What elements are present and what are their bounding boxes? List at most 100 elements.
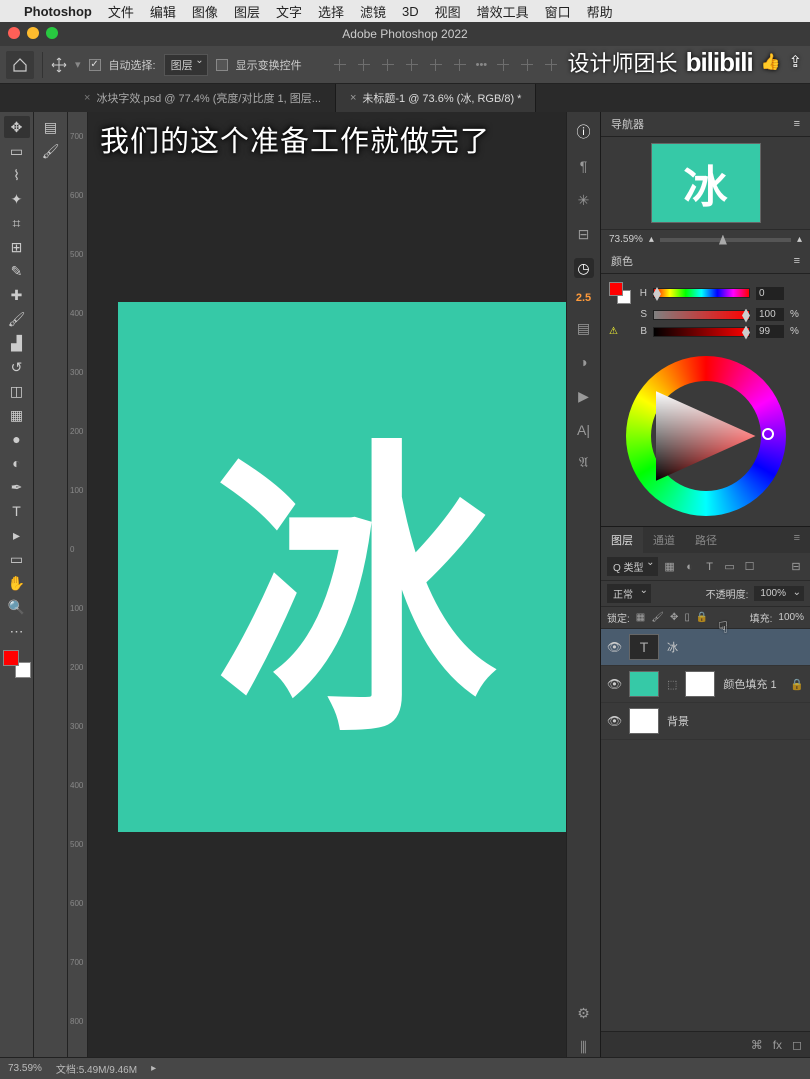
menu-view[interactable]: 视图 (435, 2, 461, 21)
frame-tool[interactable]: ⊞ (4, 236, 30, 258)
filter-shape-icon[interactable]: ▭ (722, 560, 738, 574)
hand-tool[interactable]: ✋ (4, 572, 30, 594)
menu-3d[interactable]: 3D (402, 4, 419, 19)
menu-help[interactable]: 帮助 (587, 2, 613, 21)
history-brush-tool[interactable]: ↺ (4, 356, 30, 378)
filter-adjust-icon[interactable]: ◐ (682, 560, 698, 574)
zoom-out-icon[interactable]: ▴ (649, 234, 654, 245)
bri-slider[interactable] (653, 327, 750, 337)
eyedropper-tool[interactable]: ✎ (4, 260, 30, 282)
menu-type[interactable]: 文字 (276, 2, 302, 21)
align-icon[interactable] (452, 57, 468, 73)
distribute-icon[interactable] (519, 57, 535, 73)
blur-tool[interactable]: ● (4, 428, 30, 450)
layer-row[interactable]: 👁 T 冰 (601, 629, 810, 666)
hue-slider[interactable] (653, 288, 750, 298)
sat-value[interactable]: 100 (756, 308, 784, 321)
canvas-area[interactable]: 7006005004003002001000100200300400500600… (68, 112, 566, 1057)
lock-trans-icon[interactable]: ▦ (636, 612, 645, 623)
color-tab[interactable]: 颜色≡ (601, 249, 810, 274)
blend-mode[interactable]: 正常 (607, 584, 651, 603)
glyphs-icon[interactable]: 𝔄 (574, 454, 594, 474)
filter-pixel-icon[interactable]: ▦ (662, 560, 678, 574)
align-icon[interactable] (356, 57, 372, 73)
brush-preset[interactable]: 🖌 (38, 140, 64, 162)
hue-value[interactable]: 0 (756, 287, 784, 300)
shape-tool[interactable]: ▭ (4, 548, 30, 570)
adjustments-icon[interactable]: ◑ (574, 352, 594, 372)
marquee-tool[interactable]: ▭ (4, 140, 30, 162)
close-tab-icon[interactable]: × (84, 92, 90, 104)
filter-smart-icon[interactable]: ☐ (742, 560, 758, 574)
menu-filter[interactable]: 滤镜 (360, 2, 386, 21)
link-layers-icon[interactable]: ⌘ (751, 1038, 763, 1052)
layer-thumb[interactable] (629, 671, 659, 697)
color-wheel[interactable] (626, 356, 786, 516)
align-icon[interactable] (332, 57, 348, 73)
character-icon[interactable]: A| (574, 420, 594, 440)
wand-tool[interactable]: ✦ (4, 188, 30, 210)
lock-all-icon[interactable]: 🔒 (696, 612, 708, 623)
menu-select[interactable]: 选择 (318, 2, 344, 21)
eraser-tool[interactable]: ◫ (4, 380, 30, 402)
menu-window[interactable]: 窗口 (545, 2, 571, 21)
menu-layer[interactable]: 图层 (234, 2, 260, 21)
paths-tab[interactable]: 路径 (685, 527, 727, 553)
document-tab[interactable]: × 冰块字效.psd @ 77.4% (亮度/对比度 1, 图层... (70, 84, 336, 112)
align-icon[interactable] (428, 57, 444, 73)
gradient-tool[interactable]: ▦ (4, 404, 30, 426)
lasso-tool[interactable]: ⌇ (4, 164, 30, 186)
paragraph-icon[interactable]: ¶ (574, 156, 594, 176)
healing-tool[interactable]: ✚ (4, 284, 30, 306)
app-name[interactable]: Photoshop (24, 4, 92, 19)
distribute-icon[interactable] (495, 57, 511, 73)
visibility-icon[interactable]: 👁 (607, 677, 621, 691)
layer-mask-thumb[interactable] (685, 671, 715, 697)
type-tool[interactable]: T (4, 500, 30, 522)
lock-paint-icon[interactable]: 🖌 (651, 612, 664, 623)
path-select-tool[interactable]: ▸ (4, 524, 30, 546)
stamp-tool[interactable]: ▟ (4, 332, 30, 354)
document-tab[interactable]: × 未标题-1 @ 73.6% (冰, RGB/8) * (336, 84, 537, 112)
lock-pos-icon[interactable]: ✥ (670, 612, 678, 623)
opacity-value[interactable]: 100% (754, 586, 804, 601)
lock-icon[interactable]: 🔒 (790, 678, 804, 691)
actions-icon[interactable]: ▶ (574, 386, 594, 406)
menu-image[interactable]: 图像 (192, 2, 218, 21)
channels-tab[interactable]: 通道 (643, 527, 685, 553)
align-icon[interactable] (404, 57, 420, 73)
histogram-icon[interactable]: ⫼ (574, 1037, 594, 1057)
menu-file[interactable]: 文件 (108, 2, 134, 21)
close-tab-icon[interactable]: × (350, 92, 356, 104)
layer-name[interactable]: 冰 (667, 639, 678, 655)
close-window-button[interactable] (8, 27, 20, 39)
mask-icon[interactable]: ◻ (792, 1038, 802, 1052)
visibility-icon[interactable]: 👁 (607, 714, 621, 728)
panel-menu-icon[interactable]: ≡ (784, 527, 810, 553)
layer-thumb[interactable]: T (629, 634, 659, 660)
layer-row[interactable]: 👁 ⬚ 颜色填充 1 🔒 (601, 666, 810, 703)
zoom-tool[interactable]: 🔍 (4, 596, 30, 618)
show-transform-checkbox[interactable] (216, 59, 228, 71)
artboard-tool[interactable]: ▤ (38, 116, 64, 138)
bri-value[interactable]: 99 (756, 325, 784, 338)
color-fgbg[interactable] (609, 282, 631, 304)
layer-name[interactable]: 背景 (667, 713, 689, 729)
filter-kind[interactable]: Q 类型 (607, 557, 658, 576)
fg-bg-colors[interactable] (3, 650, 31, 678)
sliders-icon[interactable]: ⚙ (574, 1003, 594, 1023)
lock-nest-icon[interactable]: ▯ (684, 612, 690, 623)
sat-slider[interactable] (653, 310, 750, 320)
menu-plugins[interactable]: 增效工具 (477, 2, 529, 21)
distribute-icon[interactable] (543, 57, 559, 73)
minimize-window-button[interactable] (27, 27, 39, 39)
artboard[interactable]: 冰 (118, 302, 566, 832)
navigator-tab[interactable]: 导航器≡ (601, 112, 810, 137)
brush-tool[interactable]: 🖌 (4, 308, 30, 330)
align-icon[interactable] (380, 57, 396, 73)
layer-thumb[interactable] (629, 708, 659, 734)
status-zoom[interactable]: 73.59% (8, 1063, 42, 1074)
filter-type-icon[interactable]: T (702, 560, 718, 574)
layer-row[interactable]: 👁 背景 (601, 703, 810, 740)
move-tool[interactable]: ✥ (4, 116, 30, 138)
